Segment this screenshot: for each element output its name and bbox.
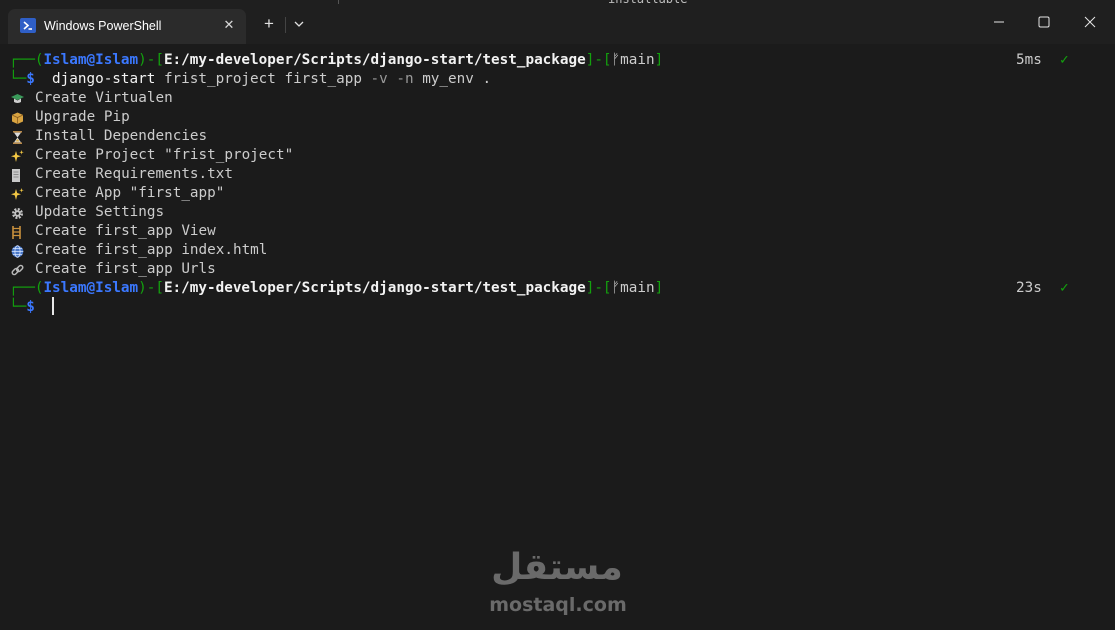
hourglass-icon <box>9 127 26 146</box>
command-args: frist_project first_app <box>163 71 362 87</box>
close-button[interactable] <box>1075 9 1105 35</box>
background-window-fragment: installable <box>608 0 748 4</box>
command-line: └─$ django-start frist_project first_app… <box>9 71 492 87</box>
prompt-branch: main <box>620 280 655 296</box>
globe-icon <box>9 241 26 260</box>
package-icon <box>9 108 26 127</box>
prompt-header: ┌──(Islam@Islam)-[E:/my-developer/Script… <box>9 52 664 68</box>
output-line: Create first_app Urls <box>9 260 216 279</box>
success-check-icon: ✓ <box>1060 280 1069 296</box>
powershell-icon <box>20 18 36 33</box>
output-line: Create Requirements.txt <box>9 165 233 184</box>
prompt-duration: 23s <box>1016 280 1042 296</box>
new-tab-button[interactable]: + <box>259 14 279 34</box>
link-icon <box>9 260 26 279</box>
tab-separator <box>285 17 286 33</box>
watermark-latin: mostaql.com <box>489 594 627 616</box>
tab-windows-powershell[interactable]: Windows PowerShell ✕ <box>8 9 246 44</box>
tab-title: Windows PowerShell <box>44 19 162 33</box>
flag-v: -v <box>370 71 388 87</box>
flag-n: -n <box>396 71 414 87</box>
prompt-symbol: $ <box>26 299 35 315</box>
prompt-user: Islam@Islam <box>43 52 139 68</box>
text-cursor <box>52 297 54 315</box>
maximize-button[interactable] <box>1029 9 1059 35</box>
git-branch-icon: ᚠ <box>611 280 621 296</box>
output-line: Create Virtualen <box>9 89 173 108</box>
tab-close-icon[interactable]: ✕ <box>221 17 237 33</box>
prompt-user: Islam@Islam <box>43 280 139 296</box>
watermark-arabic: مستقل <box>491 547 623 588</box>
chevron-down-icon[interactable] <box>290 15 308 33</box>
title-bar: installable Windows PowerShell ✕ + <box>0 0 1115 44</box>
background-window-edge <box>338 0 339 4</box>
command-env: my_env <box>422 71 474 87</box>
sparkles-icon <box>9 184 26 203</box>
command-dot: . <box>482 71 492 87</box>
output-line: Install Dependencies <box>9 127 207 146</box>
prompt-path: E:/my-developer/Scripts/django-start/tes… <box>163 52 586 68</box>
prompt-duration: 5ms <box>1016 52 1042 68</box>
sparkles-icon <box>9 146 26 165</box>
input-line[interactable]: └─$ <box>9 298 35 317</box>
output-line: Create first_app View <box>9 222 216 241</box>
output-line: Create first_app index.html <box>9 241 267 260</box>
output-line: Create App "first_app" <box>9 184 224 203</box>
ladder-icon <box>9 222 26 241</box>
prompt-path: E:/my-developer/Scripts/django-start/tes… <box>163 280 586 296</box>
prompt-branch: main <box>620 52 655 68</box>
prompt-header: ┌──(Islam@Islam)-[E:/my-developer/Script… <box>9 280 664 296</box>
success-check-icon: ✓ <box>1060 52 1069 68</box>
output-line: Update Settings <box>9 203 164 222</box>
minimize-button[interactable] <box>984 9 1014 35</box>
output-line: Create Project "frist_project" <box>9 146 293 165</box>
command-name: django-start <box>52 71 156 87</box>
graduation-cap-icon <box>9 89 26 108</box>
git-branch-icon: ᚠ <box>611 52 621 68</box>
document-icon <box>9 165 26 184</box>
gear-icon <box>9 203 26 222</box>
prompt-symbol: $ <box>26 71 35 87</box>
terminal-pane[interactable]: ┌──(Islam@Islam)-[E:/my-developer/Script… <box>0 44 1115 630</box>
output-line: Upgrade Pip <box>9 108 130 127</box>
